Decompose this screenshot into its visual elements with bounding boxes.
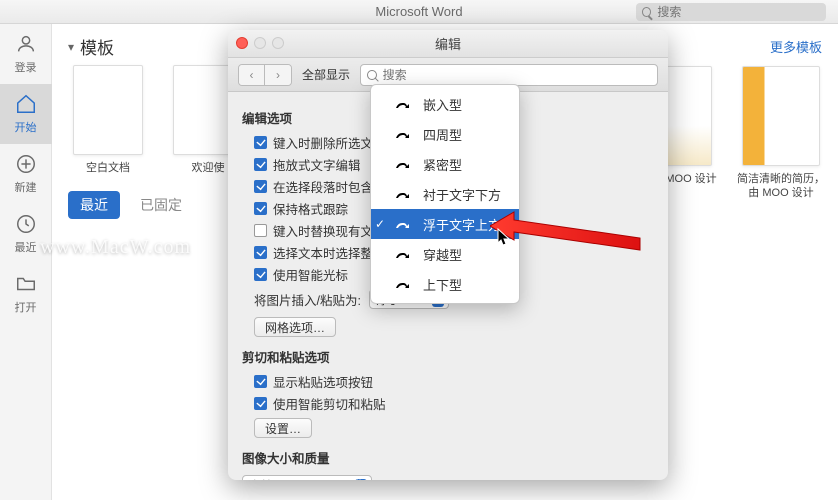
paste-as-label: 将图片插入/粘贴为: <box>254 290 361 309</box>
top-bottom-wrap-icon <box>393 277 413 291</box>
template-thumbnail <box>742 66 820 166</box>
nav-buttons: ‹ › <box>238 64 292 86</box>
more-templates-link[interactable]: 更多模板 <box>770 37 822 56</box>
app-title: Microsoft Word <box>375 4 462 19</box>
checkbox-label: 使用智能剪切和粘贴 <box>273 394 386 413</box>
dropdown-item-tight[interactable]: 紧密型 <box>371 149 519 179</box>
section-cut-paste: 剪切和粘贴选项 <box>242 347 654 366</box>
dropdown-item-label: 四周型 <box>423 125 462 144</box>
search-icon <box>367 70 377 80</box>
global-search[interactable] <box>636 3 826 21</box>
tight-wrap-icon <box>393 157 413 171</box>
checkbox[interactable] <box>254 224 267 237</box>
checkbox-label: 使用智能光标 <box>273 265 348 284</box>
show-all-button[interactable]: 全部显示 <box>302 66 350 83</box>
sheet-titlebar: 编辑 <box>228 30 668 58</box>
minimize-icon <box>254 37 266 49</box>
dropdown-item-topbottom[interactable]: 上下型 <box>371 269 519 299</box>
clock-icon <box>15 213 37 235</box>
template-resume2[interactable]: 简洁清晰的简历，由 MOO 设计 <box>736 66 826 201</box>
dropdown-item-through[interactable]: 穿越型 <box>371 239 519 269</box>
through-wrap-icon <box>393 247 413 261</box>
tab-pinned[interactable]: 已固定 <box>128 191 194 219</box>
checkbox[interactable] <box>254 375 267 388</box>
sidebar-item-home[interactable]: 开始 <box>0 84 52 144</box>
sidebar-item-recent[interactable]: 最近 <box>0 204 52 264</box>
template-label: 简洁清晰的简历，由 MOO 设计 <box>736 172 826 201</box>
checkbox[interactable] <box>254 246 267 259</box>
template-label: 欢迎使 <box>192 161 225 175</box>
dropdown-item-label: 嵌入型 <box>423 95 462 114</box>
checkbox[interactable] <box>254 136 267 149</box>
back-button[interactable]: ‹ <box>239 65 265 85</box>
infront-text-icon <box>393 217 413 231</box>
global-search-input[interactable] <box>657 5 820 19</box>
inline-wrap-icon <box>393 97 413 111</box>
search-icon <box>642 7 651 17</box>
checkbox[interactable] <box>254 180 267 193</box>
sidebar-item-new[interactable]: 新建 <box>0 144 52 204</box>
checkbox[interactable] <box>254 202 267 215</box>
section-image-size: 图像大小和质量 <box>242 448 654 467</box>
dropdown-item-label: 紧密型 <box>423 155 462 174</box>
sheet-title: 编辑 <box>435 34 461 53</box>
dropdown-item-label: 浮于文字上方 <box>423 215 501 234</box>
window-controls <box>236 37 284 49</box>
plus-circle-icon <box>15 153 37 175</box>
tab-recent[interactable]: 最近 <box>68 191 120 219</box>
sidebar-item-label: 打开 <box>15 299 37 315</box>
image-doc-select[interactable]: 文档1 <box>242 475 372 480</box>
checkbox-label: 拖放式文字编辑 <box>273 155 361 174</box>
dropdown-item-label: 衬于文字下方 <box>423 185 501 204</box>
sidebar: 登录 开始 新建 最近 打开 <box>0 24 52 500</box>
sidebar-item-label: 登录 <box>15 59 37 75</box>
template-label: 空白文档 <box>86 161 130 175</box>
checkbox[interactable] <box>254 397 267 410</box>
settings-button[interactable]: 设置… <box>254 418 312 438</box>
sidebar-item-open[interactable]: 打开 <box>0 264 52 324</box>
dropdown-item-infront[interactable]: 浮于文字上方 <box>371 209 519 239</box>
prefs-search[interactable] <box>360 64 658 86</box>
folder-icon <box>15 273 37 295</box>
wrap-style-dropdown: 嵌入型 四周型 紧密型 衬于文字下方 浮于文字上方 穿越型 上下型 <box>370 84 520 304</box>
forward-button[interactable]: › <box>265 65 291 85</box>
square-wrap-icon <box>393 127 413 141</box>
dropdown-item-square[interactable]: 四周型 <box>371 119 519 149</box>
checkbox-label: 保持格式跟踪 <box>273 199 348 218</box>
app-titlebar: Microsoft Word <box>0 0 838 24</box>
sidebar-item-label: 最近 <box>15 239 37 255</box>
home-icon <box>15 93 37 115</box>
sidebar-item-label: 新建 <box>15 179 37 195</box>
sidebar-item-label: 开始 <box>15 119 37 135</box>
zoom-icon <box>272 37 284 49</box>
checkbox-label: 键入时删除所选文本 <box>273 133 386 152</box>
grid-options-button[interactable]: 网格选项… <box>254 317 336 337</box>
sidebar-item-login[interactable]: 登录 <box>0 24 52 84</box>
behind-text-icon <box>393 187 413 201</box>
dropdown-item-label: 上下型 <box>423 275 462 294</box>
checkbox-label: 显示粘贴选项按钮 <box>273 372 373 391</box>
checkbox[interactable] <box>254 158 267 171</box>
prefs-search-input[interactable] <box>383 68 651 82</box>
templates-heading: 模板 <box>80 34 114 59</box>
close-icon[interactable] <box>236 37 248 49</box>
dropdown-item-label: 穿越型 <box>423 245 462 264</box>
user-icon <box>15 33 37 55</box>
template-blank[interactable]: 空白文档 <box>68 65 148 175</box>
template-thumbnail <box>73 65 143 155</box>
checkbox[interactable] <box>254 268 267 281</box>
chevron-down-icon[interactable]: ▾ <box>68 40 74 54</box>
dropdown-item-inline[interactable]: 嵌入型 <box>371 89 519 119</box>
dropdown-item-behind[interactable]: 衬于文字下方 <box>371 179 519 209</box>
